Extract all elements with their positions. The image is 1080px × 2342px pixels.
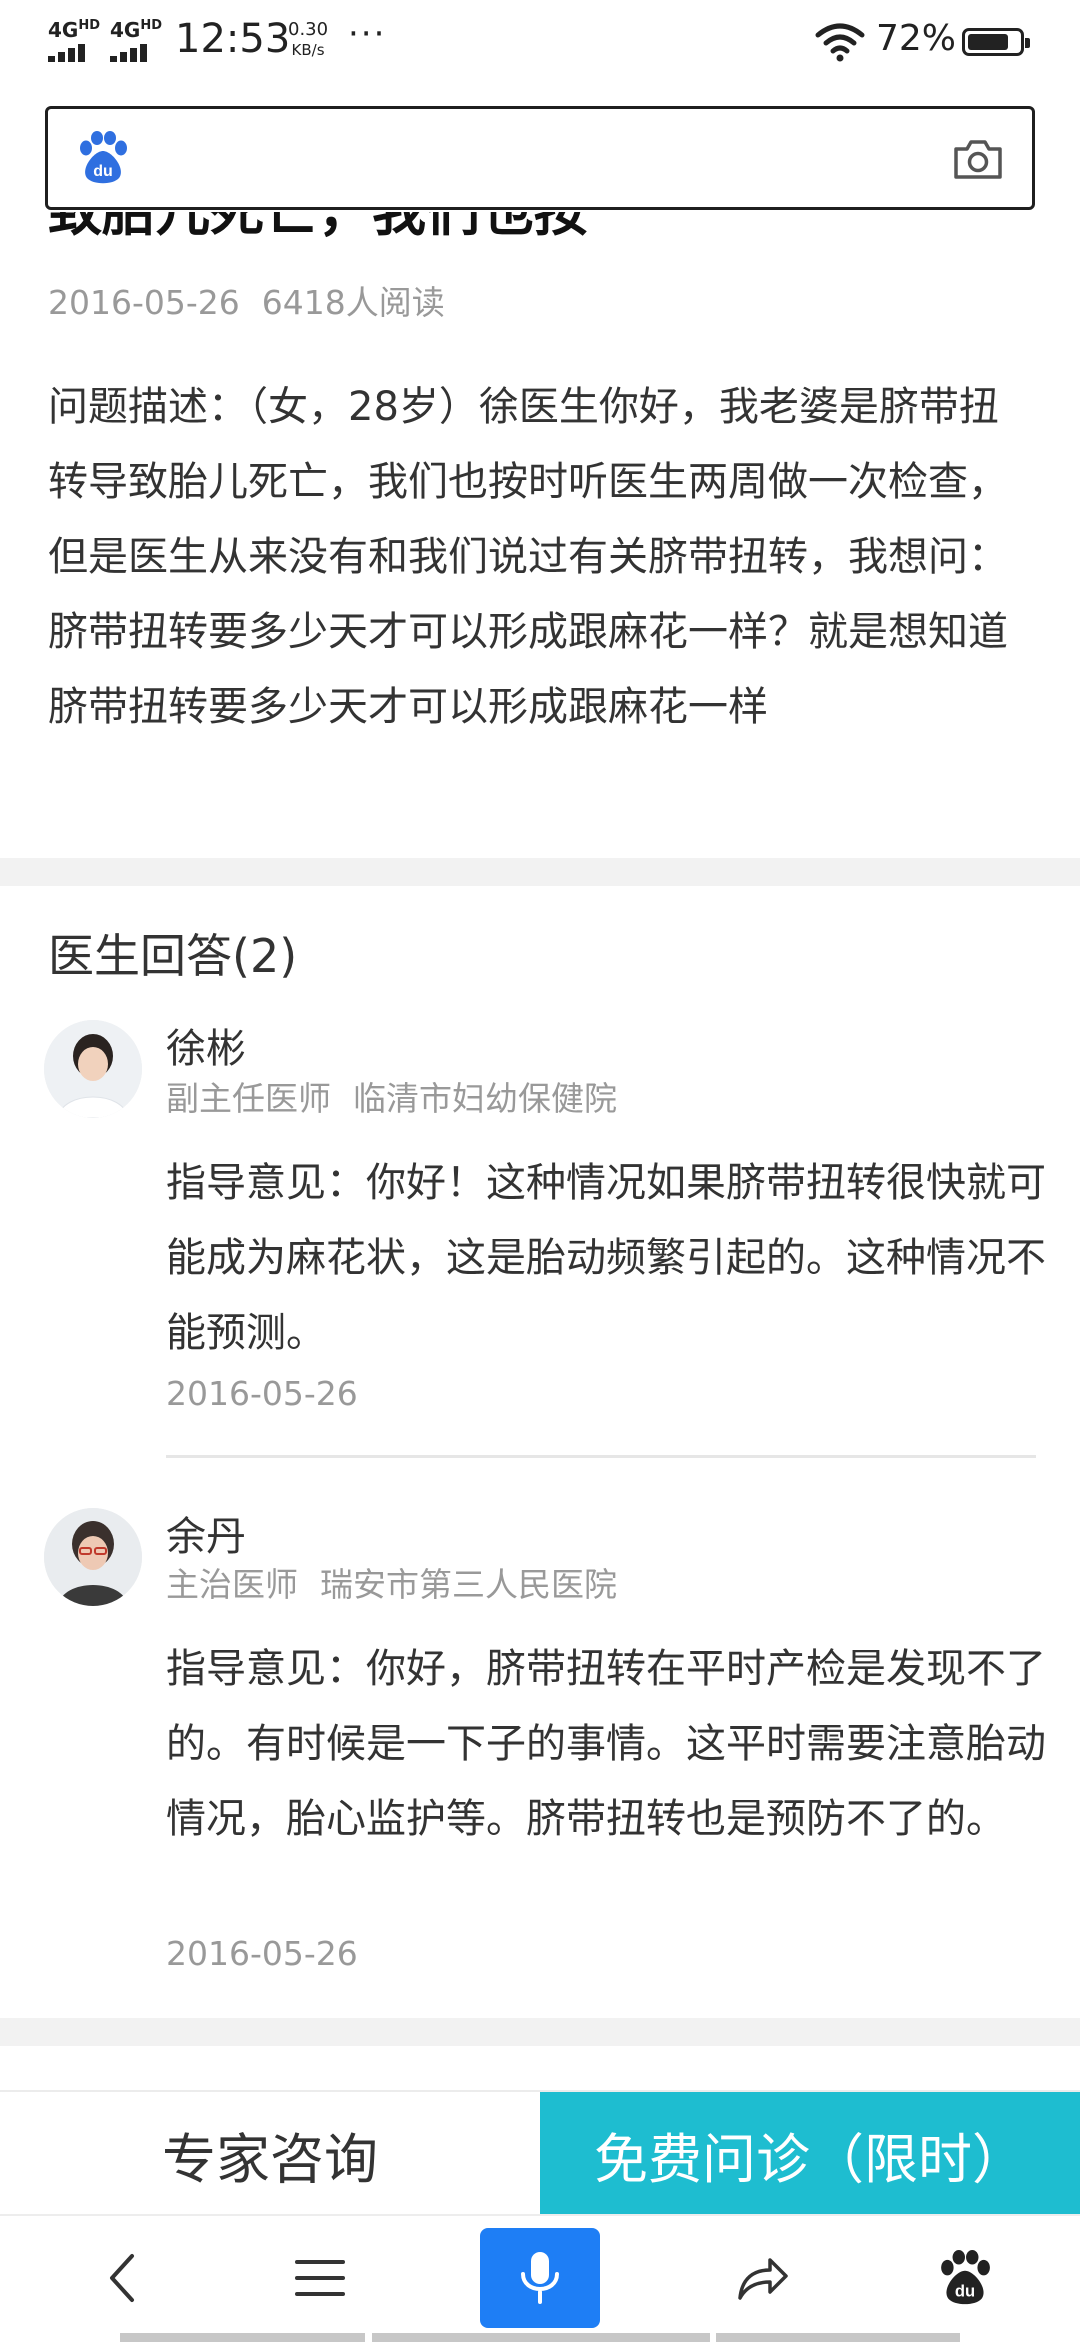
- consult-bar: 专家咨询 免费问诊（限时）: [0, 2090, 1080, 2216]
- battery-percent: 72%: [876, 18, 957, 59]
- avatar[interactable]: [44, 1020, 142, 1118]
- article-date: 2016-05-26: [48, 283, 240, 322]
- page-indicator: [120, 2333, 365, 2342]
- doctor-name[interactable]: 余丹: [166, 1504, 246, 1562]
- share-icon: [738, 2258, 788, 2300]
- svg-text:du: du: [955, 2282, 975, 2301]
- answer-date: 2016-05-26: [166, 1934, 358, 1973]
- battery-icon: [962, 28, 1030, 56]
- more-notifications: ···: [348, 14, 387, 54]
- read-count: 6418人阅读: [261, 283, 445, 322]
- menu-button[interactable]: [260, 2228, 380, 2328]
- section-divider: [0, 2018, 1080, 2046]
- camera-icon[interactable]: [952, 137, 1004, 181]
- doctor-credentials: 主治医师 瑞安市第三人民医院: [166, 1565, 617, 1604]
- answer-card: 徐彬 副主任医师 临清市妇幼保健院 指导意见：你好！这种情况如果脐带扭转很快就可能…: [0, 1010, 1080, 1470]
- answer-text: 指导意见：你好，脐带扭转在平时产检是发现不了的。有时候是一下子的事情。这平时需要…: [166, 1646, 1046, 1842]
- answer-card: 余丹 主治医师 瑞安市第三人民医院 指导意见：你好，脐带扭转在平时产检是发现不了的…: [0, 1500, 1080, 2010]
- answers-heading: 医生回答(2): [48, 929, 298, 983]
- signal-icon: [110, 44, 152, 62]
- clock: 12:53: [175, 16, 291, 62]
- section-divider: [0, 858, 1080, 886]
- browser-toolbar: du: [0, 2214, 1080, 2342]
- expert-consult-button[interactable]: 专家咨询: [0, 2092, 540, 2216]
- back-button[interactable]: [62, 2228, 182, 2328]
- status-bar: 4GHD 4GHD 12:53 0.30 KB/s ··· 72%: [0, 0, 1080, 88]
- network-speed: 0.30 KB/s: [288, 19, 329, 60]
- voice-search-button[interactable]: [480, 2228, 600, 2328]
- network-indicator-2: 4GHD: [110, 18, 163, 42]
- doctor-name[interactable]: 徐彬: [166, 1016, 246, 1074]
- signal-icon: [48, 44, 90, 62]
- article-title: 致胎儿死亡，我们也按: [48, 212, 588, 254]
- menu-icon: [295, 2260, 345, 2296]
- baidu-home-button[interactable]: du: [905, 2228, 1025, 2328]
- answer-text: 指导意见：你好！这种情况如果脐带扭转很快就可能成为麻花状，这是胎动频繁引起的。这…: [166, 1160, 1046, 1356]
- microphone-icon: [521, 2252, 559, 2304]
- chevron-left-icon: [110, 2254, 134, 2302]
- question-description: 问题描述：（女，28岁）徐医生你好，我老婆是脐带扭转导致胎儿死亡，我们也按时听医…: [48, 384, 1008, 730]
- baidu-paw-icon: du: [941, 2250, 990, 2305]
- wifi-icon: [815, 23, 865, 62]
- page-indicator: [716, 2333, 960, 2342]
- share-button[interactable]: [702, 2228, 822, 2328]
- free-consult-button[interactable]: 免费问诊（限时）: [540, 2092, 1080, 2216]
- article-meta: 2016-05-26 6418人阅读: [48, 276, 445, 324]
- answer-divider: [166, 1455, 1036, 1458]
- baidu-paw-icon[interactable]: du: [78, 131, 128, 185]
- svg-text:du: du: [93, 163, 113, 180]
- avatar[interactable]: [44, 1508, 142, 1606]
- search-bar[interactable]: du: [45, 106, 1035, 210]
- answer-date: 2016-05-26: [166, 1374, 358, 1413]
- network-indicator-1: 4GHD: [48, 18, 101, 42]
- page-indicator: [372, 2333, 710, 2342]
- doctor-credentials: 副主任医师 临清市妇幼保健院: [166, 1079, 617, 1118]
